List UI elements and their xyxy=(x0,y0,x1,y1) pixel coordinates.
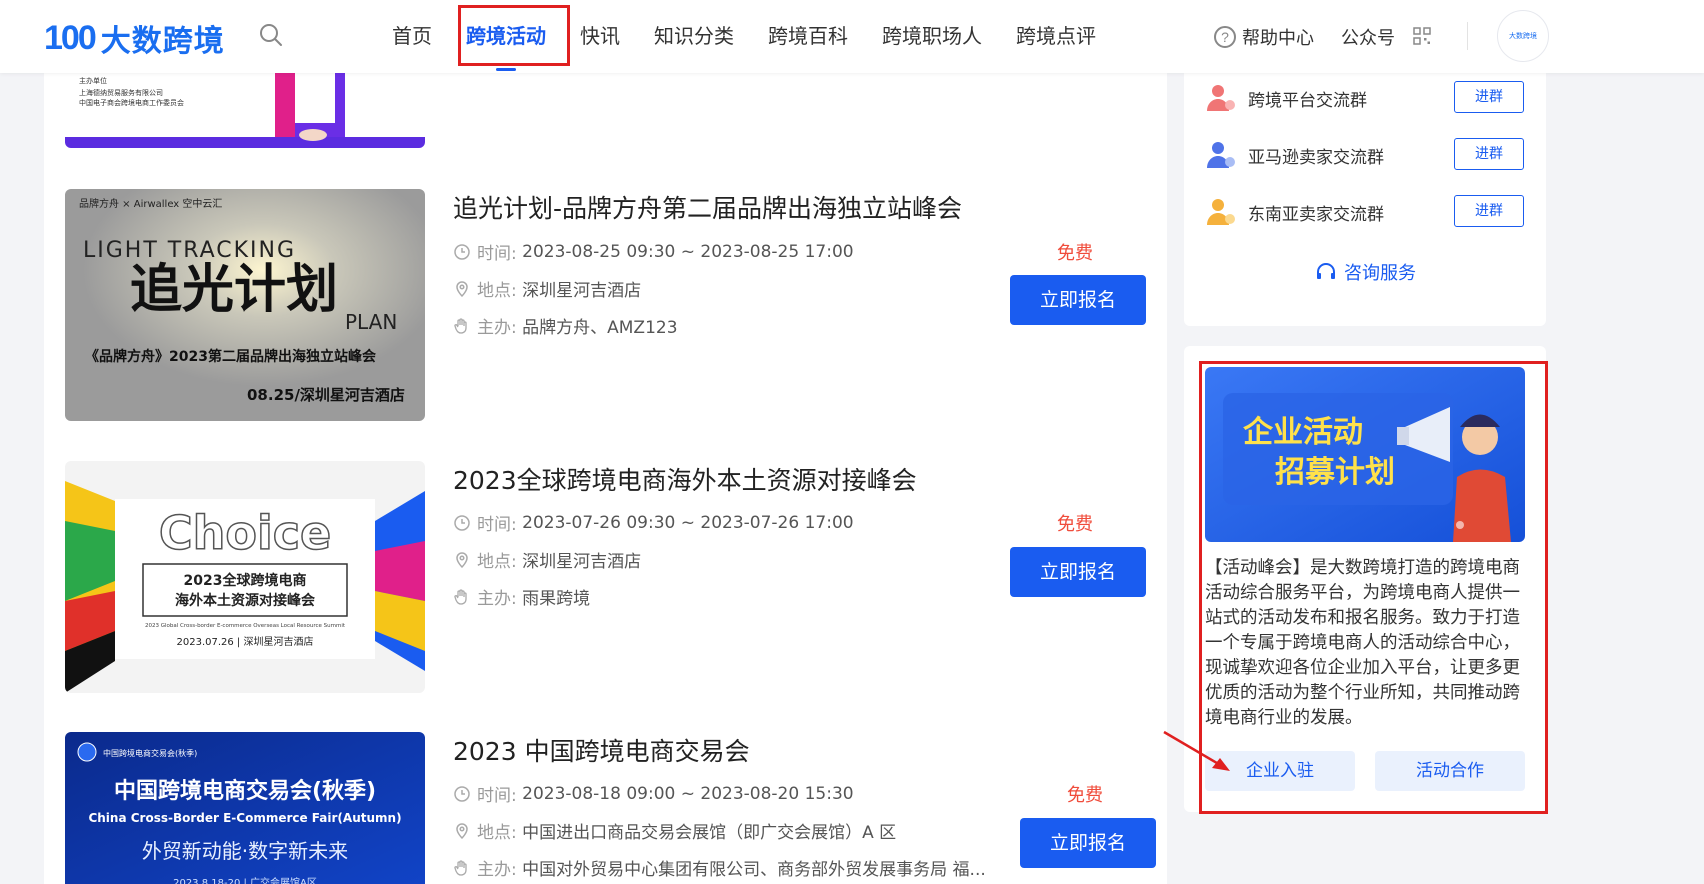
question-icon: ? xyxy=(1214,26,1236,48)
logo-text: 大数跨境 xyxy=(100,24,225,59)
event-time-1: 时间: 2023-08-25 09:30 ~ 2023-08-25 17:00 xyxy=(453,239,854,264)
event-banner-2[interactable]: Choice 2023全球跨境电商 海外本土资源对接峰会 2023 Global… xyxy=(65,461,425,693)
event-time-2: 时间: 2023-07-26 09:30 ~ 2023-07-26 17:00 xyxy=(453,510,854,535)
location-icon xyxy=(456,822,468,839)
banner1-cn: 追光计划 xyxy=(130,260,338,320)
event-banner-3[interactable]: 中国跨境电商交易会(秋季) 中国跨境电商交易会(秋季) China Cross-… xyxy=(65,732,425,884)
group-item: 跨境平台交流群 xyxy=(1204,81,1367,115)
banner1-top: 品牌方舟 × Airwallex 空中云汇 xyxy=(79,197,222,210)
nav-home[interactable]: 首页 xyxy=(392,0,432,73)
clock-icon xyxy=(454,514,470,531)
event-place-1: 地点: 深圳星河吉酒店 xyxy=(453,276,641,301)
event-place-2: 地点: 深圳星河吉酒店 xyxy=(453,547,641,572)
top-header: 100 大数跨境 首页 跨境活动 快讯 知识分类 跨境百科 跨境职场人 跨境点评… xyxy=(0,0,1704,73)
banner3-cn: 中国跨境电商交易会(秋季) xyxy=(114,778,376,804)
banner3-badge: 中国跨境电商交易会(秋季) xyxy=(103,748,197,758)
promo-banner[interactable]: 企业活动 招募计划 xyxy=(1205,367,1525,542)
nav-highlight-box xyxy=(458,5,570,66)
wechat-official-link[interactable]: 公众号 xyxy=(1341,24,1395,50)
banner2-en: 2023 Global Cross-border E-commerce Over… xyxy=(145,623,346,629)
event-host-2: 主办: 雨果跨境 xyxy=(453,584,590,609)
banner3-en: China Cross-Border E-Commerce Fair(Autum… xyxy=(88,811,401,825)
group-name: 东南亚卖家交流群 xyxy=(1248,204,1384,225)
community-groups-panel: 跨境平台交流群 进群 亚马逊卖家交流群 进群 东南亚卖家交流群 进群 咨询服务 xyxy=(1184,73,1546,326)
nav-news[interactable]: 快讯 xyxy=(580,0,620,73)
price-badge-1: 免费 xyxy=(1057,243,1093,264)
consult-service-link[interactable]: 咨询服务 xyxy=(1314,259,1416,285)
search-icon[interactable] xyxy=(258,22,284,48)
join-group-button[interactable]: 进群 xyxy=(1454,138,1524,170)
register-button-2[interactable]: 立即报名 xyxy=(1010,547,1146,597)
hand-icon xyxy=(454,588,467,605)
red-arrow-annotation xyxy=(1163,730,1230,771)
event-banner-1[interactable]: 品牌方舟 × Airwallex 空中云汇 LIGHT TRACKING 追光计… xyxy=(65,189,425,421)
register-button-3[interactable]: 立即报名 xyxy=(1020,818,1156,868)
event-place-3: 地点: 中国进出口商品交易会展馆（即广交会展馆）A 区 xyxy=(453,818,896,843)
price-badge-3: 免费 xyxy=(1067,785,1103,806)
promo-line1: 企业活动 xyxy=(1243,415,1363,450)
consult-label: 咨询服务 xyxy=(1344,263,1416,284)
event-banner-partial[interactable]: 主办单位 上海德纳贸易服务有限公司 中国电子商会跨境电商工作委员会 xyxy=(65,73,425,148)
event-cooperation-button[interactable]: 活动合作 xyxy=(1375,751,1525,791)
qr-code-icon[interactable] xyxy=(1413,27,1431,45)
banner3-slogan: 外贸新动能·数字新未来 xyxy=(142,839,348,863)
join-group-button[interactable]: 进群 xyxy=(1454,195,1524,227)
partial-banner-line3: 中国电子商会跨境电商工作委员会 xyxy=(79,98,184,107)
price-badge-2: 免费 xyxy=(1057,514,1093,535)
event-host-3: 主办: 中国对外贸易中心集团有限公司、商务部外贸发展事务局 福... xyxy=(453,855,1013,880)
partial-banner-line1: 主办单位 xyxy=(79,76,107,85)
header-divider xyxy=(1467,22,1468,50)
avatar[interactable]: 大数跨境 xyxy=(1497,10,1549,62)
promo-line2: 招募计划 xyxy=(1275,455,1395,490)
event-list: 主办单位 上海德纳贸易服务有限公司 中国电子商会跨境电商工作委员会 品牌方舟 ×… xyxy=(44,73,1167,884)
banner2-l1: 2023全球跨境电商 xyxy=(184,572,307,589)
join-group-button[interactable]: 进群 xyxy=(1454,81,1524,113)
register-button-1[interactable]: 立即报名 xyxy=(1010,275,1146,325)
location-icon xyxy=(456,280,468,297)
logo-mark: 100 xyxy=(44,18,97,57)
clock-icon xyxy=(454,243,470,260)
nav-knowledge[interactable]: 知识分类 xyxy=(654,0,734,73)
group-item: 亚马逊卖家交流群 xyxy=(1204,138,1384,172)
group-name: 跨境平台交流群 xyxy=(1248,90,1367,111)
location-icon xyxy=(456,551,468,568)
banner3-date: 2023.8.18-20 | 广交会展馆A区 xyxy=(173,876,317,884)
nav-reviews[interactable]: 跨境点评 xyxy=(1016,0,1096,73)
clock-icon xyxy=(454,785,470,802)
event-title-2[interactable]: 2023全球跨境电商海外本土资源对接峰会 xyxy=(453,461,917,497)
nav-careers[interactable]: 跨境职场人 xyxy=(882,0,982,73)
banner1-date: 08.25/深圳星河吉酒店 xyxy=(247,386,405,404)
help-label: 帮助中心 xyxy=(1242,28,1314,49)
banner1-sub: 《品牌方舟》2023第二届品牌出海独立站峰会 xyxy=(85,348,377,365)
banner1-en2: PLAN xyxy=(345,310,397,334)
user-group-icon xyxy=(1207,142,1235,168)
nav-wiki[interactable]: 跨境百科 xyxy=(768,0,848,73)
user-group-icon xyxy=(1207,199,1235,225)
event-host-1: 主办: 品牌方舟、AMZ123 xyxy=(453,313,678,338)
help-center-link[interactable]: ? 帮助中心 xyxy=(1214,24,1314,50)
partial-banner-line2: 上海德纳贸易服务有限公司 xyxy=(79,88,163,97)
hand-icon xyxy=(454,859,467,876)
group-name: 亚马逊卖家交流群 xyxy=(1248,147,1384,168)
hand-icon xyxy=(454,317,467,334)
user-group-icon xyxy=(1207,85,1235,111)
banner2-l2: 海外本土资源对接峰会 xyxy=(175,592,316,609)
headset-icon xyxy=(1317,263,1335,279)
event-title-1[interactable]: 追光计划-品牌方舟第二届品牌出海独立站峰会 xyxy=(453,189,962,225)
site-logo[interactable]: 100 大数跨境 xyxy=(44,16,225,60)
banner2-brand: Choice xyxy=(159,506,331,560)
group-item: 东南亚卖家交流群 xyxy=(1204,195,1384,229)
event-title-3[interactable]: 2023 中国跨境电商交易会 xyxy=(453,732,750,768)
banner2-date: 2023.07.26 | 深圳星河吉酒店 xyxy=(177,635,314,648)
event-time-3: 时间: 2023-08-18 09:00 ~ 2023-08-20 15:30 xyxy=(453,781,854,806)
promo-description: 【活动峰会】是大数跨境打造的跨境电商活动综合服务平台，为跨境电商人提供一站式的活… xyxy=(1205,558,1520,728)
